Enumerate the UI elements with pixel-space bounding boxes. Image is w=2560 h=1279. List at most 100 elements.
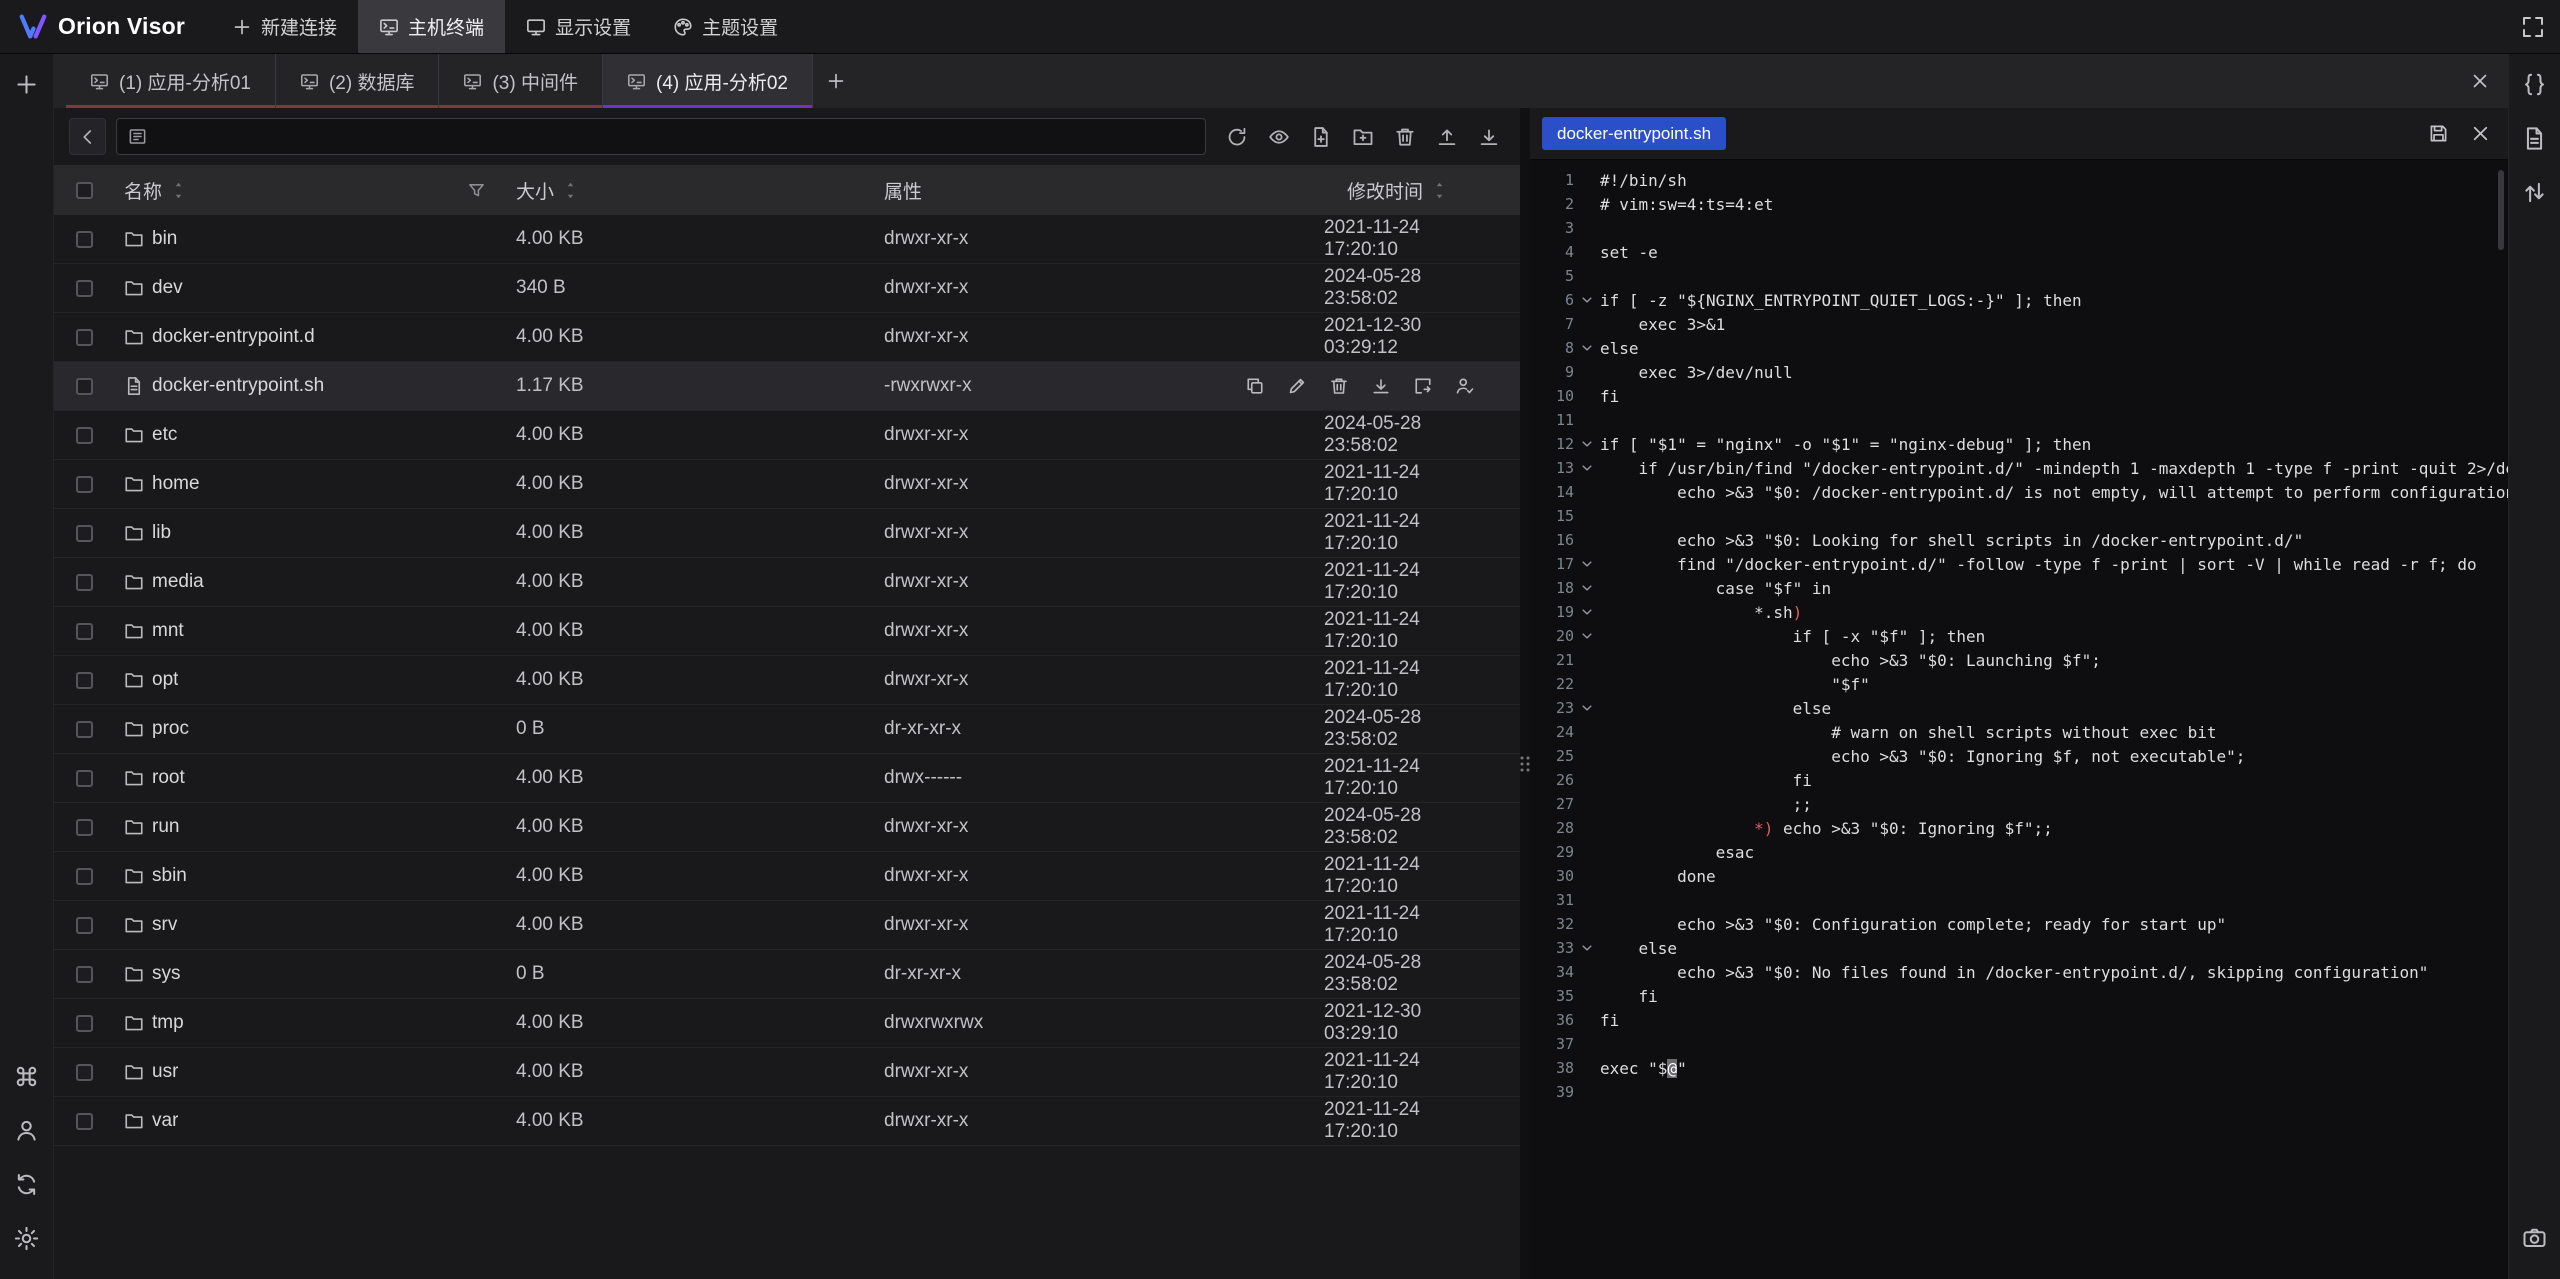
row-checkbox[interactable]	[76, 525, 93, 542]
row-checkbox[interactable]	[76, 868, 93, 885]
menu-item-1[interactable]: 新建连接	[211, 0, 358, 53]
file-row[interactable]: root4.00 KBdrwx------2021-11-24 17:20:10	[54, 754, 1520, 803]
back-button[interactable]	[69, 118, 106, 155]
fold-toggle[interactable]	[1574, 557, 1600, 571]
file-row[interactable]: bin4.00 KBdrwxr-xr-x2021-11-24 17:20:10	[54, 215, 1520, 264]
file-row[interactable]: opt4.00 KBdrwxr-xr-x2021-11-24 17:20:10	[54, 656, 1520, 705]
gear-button[interactable]	[10, 1221, 44, 1255]
close-editor-button[interactable]	[2464, 118, 2496, 150]
terminal-tab-3[interactable]: (3) 中间件	[439, 54, 603, 108]
new-file-button[interactable]	[1304, 120, 1337, 153]
file-row[interactable]: mnt4.00 KBdrwxr-xr-x2021-11-24 17:20:10	[54, 607, 1520, 656]
download-button[interactable]	[1472, 120, 1505, 153]
row-checkbox[interactable]	[76, 427, 93, 444]
camera-button[interactable]	[2518, 1221, 2552, 1255]
row-checkbox[interactable]	[76, 378, 93, 395]
file-text-button[interactable]	[2518, 121, 2552, 155]
file-row[interactable]: usr4.00 KBdrwxr-xr-x2021-11-24 17:20:10	[54, 1048, 1520, 1097]
editor-body: 1#!/bin/sh2# vim:sw=4:ts=4:et34set -e56i…	[1530, 160, 2508, 1279]
file-row[interactable]: etc4.00 KBdrwxr-xr-x2024-05-28 23:58:02	[54, 411, 1520, 460]
menu-item-2[interactable]: 主机终端	[358, 0, 505, 53]
add-tab-button[interactable]	[813, 54, 859, 108]
file-row[interactable]: home4.00 KBdrwxr-xr-x2021-11-24 17:20:10	[54, 460, 1520, 509]
file-row[interactable]: sys0 Bdr-xr-xr-x2024-05-28 23:58:02	[54, 950, 1520, 999]
row-checkbox[interactable]	[76, 280, 93, 297]
delete-button[interactable]	[1388, 120, 1421, 153]
file-row[interactable]: media4.00 KBdrwxr-xr-x2021-11-24 17:20:1…	[54, 558, 1520, 607]
file-row[interactable]: dev340 Bdrwxr-xr-x2024-05-28 23:58:02	[54, 264, 1520, 313]
copy-button[interactable]	[1245, 376, 1266, 397]
editor-scrollbar[interactable]	[2498, 170, 2504, 250]
fold-toggle[interactable]	[1574, 461, 1600, 475]
user-button[interactable]	[10, 1113, 44, 1147]
file-row[interactable]: docker-entrypoint.sh1.17 KB-rwxrwxr-x	[54, 362, 1520, 411]
row-checkbox[interactable]	[76, 721, 93, 738]
path-input-field[interactable]	[156, 126, 1194, 147]
terminal-tab-1[interactable]: (1) 应用-分析01	[66, 54, 276, 108]
fold-toggle[interactable]	[1574, 701, 1600, 715]
plus-button[interactable]	[10, 67, 44, 101]
save-button[interactable]	[2422, 118, 2454, 150]
column-header-mtime[interactable]: 修改时间	[1314, 177, 1520, 204]
row-checkbox[interactable]	[76, 966, 93, 983]
row-checkbox[interactable]	[76, 1113, 93, 1130]
command-button[interactable]	[10, 1059, 44, 1093]
file-row[interactable]: var4.00 KBdrwxr-xr-x2021-11-24 17:20:10	[54, 1097, 1520, 1146]
panel-splitter[interactable]	[1520, 108, 1530, 1279]
row-checkbox[interactable]	[76, 476, 93, 493]
app-logo[interactable]: Orion Visor	[18, 0, 185, 53]
column-header-name[interactable]: 名称	[114, 177, 506, 204]
fold-toggle[interactable]	[1574, 581, 1600, 595]
menu-item-4[interactable]: 主题设置	[652, 0, 799, 53]
terminal-tab-4[interactable]: (4) 应用-分析02	[603, 54, 813, 108]
select-all-checkbox[interactable]	[76, 182, 93, 199]
file-row[interactable]: proc0 Bdr-xr-xr-x2024-05-28 23:58:02	[54, 705, 1520, 754]
row-checkbox[interactable]	[76, 329, 93, 346]
braces-button[interactable]	[2518, 67, 2552, 101]
terminal-tab-2[interactable]: (2) 数据库	[276, 54, 440, 108]
file-row[interactable]: docker-entrypoint.d4.00 KBdrwxr-xr-x2021…	[54, 313, 1520, 362]
editor-code[interactable]: 1#!/bin/sh2# vim:sw=4:ts=4:et34set -e56i…	[1530, 168, 2508, 1104]
fullscreen-button[interactable]	[2506, 0, 2560, 53]
column-header-attr[interactable]: 属性	[874, 177, 1314, 204]
row-checkbox[interactable]	[76, 917, 93, 934]
row-checkbox[interactable]	[76, 574, 93, 591]
line-number: 39	[1530, 1083, 1574, 1101]
row-checkbox[interactable]	[76, 623, 93, 640]
fold-toggle[interactable]	[1574, 293, 1600, 307]
file-row[interactable]: srv4.00 KBdrwxr-xr-x2021-11-24 17:20:10	[54, 901, 1520, 950]
fold-toggle[interactable]	[1574, 437, 1600, 451]
delete-button[interactable]	[1329, 376, 1350, 397]
move-button[interactable]	[1413, 376, 1434, 397]
row-checkbox[interactable]	[76, 770, 93, 787]
fold-toggle[interactable]	[1574, 629, 1600, 643]
close-terminal-button[interactable]	[2452, 54, 2508, 108]
row-checkbox[interactable]	[76, 1064, 93, 1081]
upload-button[interactable]	[1430, 120, 1463, 153]
refresh-button[interactable]	[1220, 120, 1253, 153]
file-row[interactable]: sbin4.00 KBdrwxr-xr-x2021-11-24 17:20:10	[54, 852, 1520, 901]
row-checkbox[interactable]	[76, 819, 93, 836]
row-checkbox[interactable]	[76, 1015, 93, 1032]
fold-toggle[interactable]	[1574, 605, 1600, 619]
preview-button[interactable]	[1262, 120, 1295, 153]
menu-item-3[interactable]: 显示设置	[505, 0, 652, 53]
column-header-size[interactable]: 大小	[506, 177, 874, 204]
permission-button[interactable]	[1455, 376, 1476, 397]
download-button[interactable]	[1371, 376, 1392, 397]
transfer-button[interactable]	[2518, 175, 2552, 209]
file-row[interactable]: run4.00 KBdrwxr-xr-x2024-05-28 23:58:02	[54, 803, 1520, 852]
sync-button[interactable]	[10, 1167, 44, 1201]
delete-icon	[1394, 126, 1416, 148]
file-row[interactable]: lib4.00 KBdrwxr-xr-x2021-11-24 17:20:10	[54, 509, 1520, 558]
row-checkbox[interactable]	[76, 672, 93, 689]
editor-tab[interactable]: docker-entrypoint.sh	[1542, 117, 1726, 150]
fold-toggle[interactable]	[1574, 341, 1600, 355]
file-row[interactable]: tmp4.00 KBdrwxrwxrwx2021-12-30 03:29:10	[54, 999, 1520, 1048]
new-folder-button[interactable]	[1346, 120, 1379, 153]
fold-toggle[interactable]	[1574, 941, 1600, 955]
edit-button[interactable]	[1287, 376, 1308, 397]
row-checkbox[interactable]	[76, 231, 93, 248]
path-input[interactable]	[116, 118, 1206, 155]
file-name: var	[152, 1110, 178, 1132]
